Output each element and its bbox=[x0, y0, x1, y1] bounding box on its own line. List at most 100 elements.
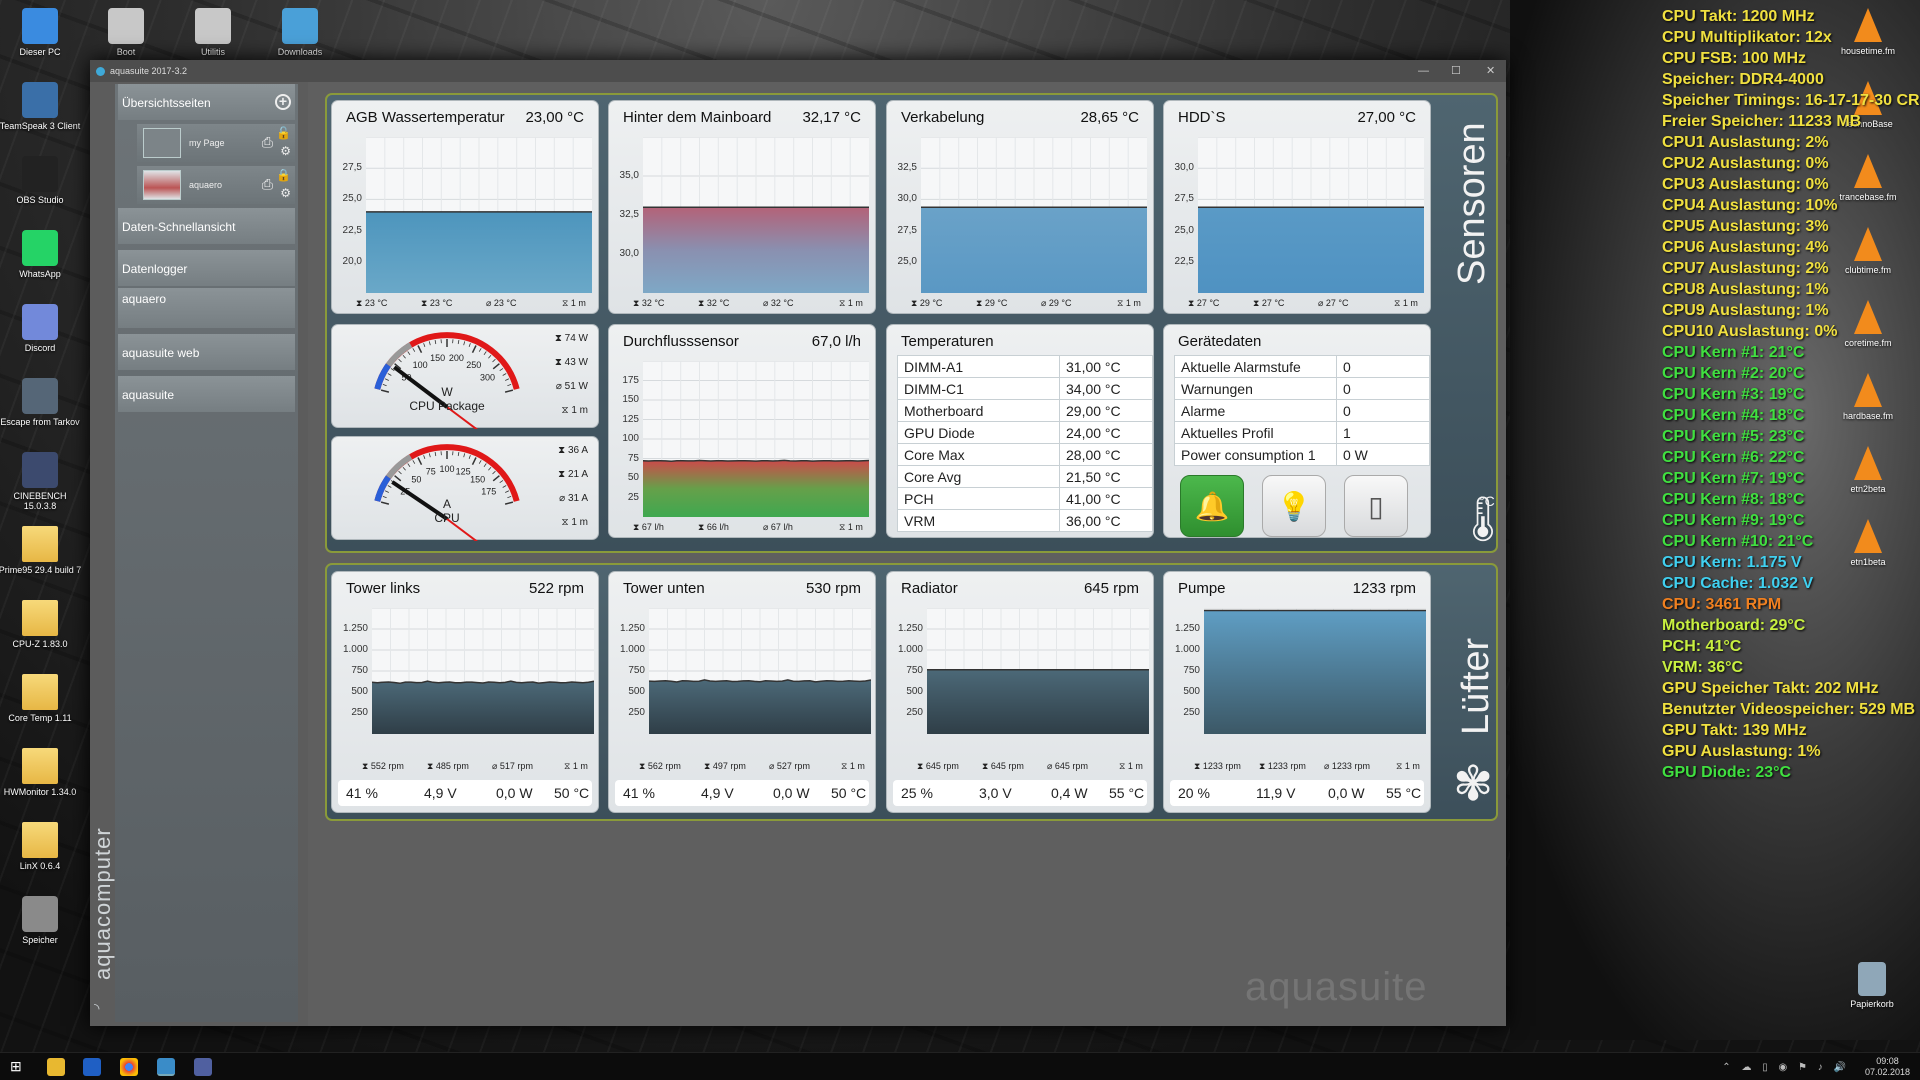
gear-icon[interactable]: ⚙ bbox=[280, 186, 291, 200]
sidebar-item-datalogger[interactable]: Datenlogger bbox=[118, 250, 295, 286]
chart-stat: ⧗ 1233 rpm bbox=[1194, 761, 1241, 771]
fan-card-0[interactable]: Tower links 522 rpm 1.250 1.000 750 500 250 ⧗ 5… bbox=[331, 571, 599, 813]
light-control-button[interactable]: 💡 bbox=[1262, 475, 1326, 537]
fan-card-3[interactable]: Pumpe 1233 rpm 1.250 1.000 750 500 250 ⧗ 1233 r… bbox=[1163, 571, 1431, 813]
chart-area bbox=[1204, 610, 1426, 734]
chart-plot bbox=[1198, 137, 1424, 293]
taskbar-clock[interactable]: 09:08 07.02.2018 bbox=[1865, 1056, 1910, 1078]
chart-area bbox=[643, 207, 869, 293]
sidebar-item-aquasuite-web[interactable]: aquasuite web bbox=[118, 334, 295, 370]
desktop-icon-0[interactable]: Dieser PC bbox=[0, 8, 82, 57]
y-tick-label: 1.250 bbox=[342, 623, 368, 634]
gauge-tick bbox=[504, 389, 514, 393]
row-value: 31,00 °C bbox=[1059, 355, 1153, 378]
gauge-tick bbox=[387, 373, 392, 376]
desktop-icon-15[interactable]: Speicher bbox=[0, 896, 82, 945]
chrome-icon[interactable] bbox=[120, 1058, 138, 1076]
window-titlebar[interactable]: aquasuite 2017-3.2 — ☐ ✕ bbox=[90, 60, 1506, 82]
sidebar-item-aquaero[interactable]: aquaero bbox=[118, 288, 295, 328]
explorer-icon[interactable] bbox=[47, 1058, 65, 1076]
device-table: Aktuelle Alarmstufe 0 Warnungen 0 Alarme 0 Akt… bbox=[1174, 355, 1430, 466]
recycle-bin[interactable]: Papierkorb bbox=[1830, 962, 1914, 1009]
gauge-card-0[interactable]: 50100150200250300WCPU Package⧗ 74 W⧗ 43 … bbox=[331, 324, 599, 429]
desktop-icon-6[interactable]: WhatsApp bbox=[0, 230, 82, 279]
gauge-card-1[interactable]: 255075100125150175ACPU⧗ 36 A⧗ 21 A⌀ 31 A… bbox=[331, 436, 599, 541]
add-page-icon[interactable]: + bbox=[275, 94, 291, 110]
device-data-card[interactable]: Gerätedaten Aktuelle Alarmstufe 0 Warnungen… bbox=[1163, 324, 1431, 538]
desktop-icon-9[interactable]: CINEBENCH 15.0.3.8 bbox=[0, 452, 82, 511]
chart-stat: ⧗ 32 °C bbox=[633, 298, 665, 308]
unlock-icon[interactable]: 🔓 bbox=[276, 126, 291, 140]
desktop-icon-10[interactable]: Prime95 29.4 build 7 bbox=[0, 526, 82, 575]
desktop-icon-3[interactable]: Downloads bbox=[258, 8, 342, 57]
drive-icon bbox=[195, 8, 231, 44]
folder-icon bbox=[22, 822, 58, 858]
fan-card-1[interactable]: Tower unten 530 rpm 1.250 1.000 750 500 250 ⧗ 5… bbox=[608, 571, 876, 813]
temperatures-card[interactable]: Temperaturen DIMM-A1 31,00 °C DIMM-C1 34,00 … bbox=[886, 324, 1154, 538]
desktop-icon-14[interactable]: LinX 0.6.4 bbox=[0, 822, 82, 871]
temp-card-1[interactable]: Hinter dem Mainboard 32,17 °C 35,0 32,5 30,0… bbox=[608, 100, 876, 314]
flow-card[interactable]: Durchflusssensor 67,0 l/h 175 150 125 100 75 50… bbox=[608, 324, 876, 538]
folder-icon bbox=[22, 674, 58, 710]
gauge-tick bbox=[463, 341, 466, 346]
page-thumbnail bbox=[143, 170, 181, 200]
osd-line: GPU Diode: 23°C bbox=[1662, 764, 1792, 781]
desktop-icon-5[interactable]: OBS Studio bbox=[0, 156, 82, 205]
sidebar: Übersichtsseiten + my Page ⎙ 🔓 ⚙ aquaero… bbox=[115, 84, 298, 1022]
aquacomputer-logo-icon: ◝ bbox=[94, 1000, 100, 1016]
sidebar-item-overview[interactable]: Übersichtsseiten + bbox=[118, 84, 295, 120]
gauge-unit: A bbox=[442, 497, 451, 511]
row-value: 36,00 °C bbox=[1059, 509, 1153, 532]
temp-card-0[interactable]: AGB Wassertemperatur 23,00 °C 27,5 25,0 22,5… bbox=[331, 100, 599, 314]
gauge-tick bbox=[507, 384, 512, 387]
aquasuite-taskbar-icon[interactable] bbox=[157, 1058, 175, 1076]
fan-watt: 0,0 W bbox=[773, 785, 810, 801]
maximize-icon[interactable]: ☐ bbox=[1451, 60, 1461, 82]
export-icon[interactable]: ⎙ bbox=[262, 176, 273, 193]
sidebar-item-quickview[interactable]: Daten-Schnellansicht bbox=[118, 208, 295, 244]
temp-card-2[interactable]: Verkabelung 28,65 °C 32,5 30,0 27,5 25,0 ⧗ 29 … bbox=[886, 100, 1154, 314]
gauge-tick bbox=[499, 480, 504, 484]
alarm-bell-button[interactable]: 🔔 bbox=[1180, 475, 1244, 537]
gauge-tick bbox=[488, 466, 492, 471]
windows-start-icon[interactable]: ⊞ bbox=[10, 1058, 28, 1076]
minimize-icon[interactable]: — bbox=[1418, 60, 1429, 82]
sensors-title: Sensoren bbox=[1451, 122, 1493, 285]
gauge-tick bbox=[505, 378, 510, 381]
row-label: GPU Diode bbox=[897, 421, 1060, 444]
row-value: 0 bbox=[1336, 377, 1430, 400]
row-label: DIMM-A1 bbox=[897, 355, 1060, 378]
fan-card-2[interactable]: Radiator 645 rpm 1.250 1.000 750 500 250 ⧗ 645 … bbox=[886, 571, 1154, 813]
monitor-app-icon[interactable] bbox=[194, 1058, 212, 1076]
row-value: 28,00 °C bbox=[1059, 443, 1153, 466]
gauge-tick bbox=[488, 354, 492, 359]
y-tick-label: 1.000 bbox=[342, 644, 368, 655]
temp-card-3[interactable]: HDD`S 27,00 °C 30,0 27,5 25,0 22,5 ⧗ 27 °C ⧗ 27… bbox=[1163, 100, 1431, 314]
close-icon[interactable]: ✕ bbox=[1486, 60, 1495, 82]
desktop-icon-11[interactable]: CPU-Z 1.83.0 bbox=[0, 600, 82, 649]
desktop-icon-8[interactable]: Escape from Tarkov bbox=[0, 378, 82, 427]
y-tick-label: 30,0 bbox=[1174, 162, 1194, 173]
sidebar-page-mypage[interactable]: my Page ⎙ 🔓 ⚙ bbox=[137, 124, 295, 162]
desktop-icon-7[interactable]: Discord bbox=[0, 304, 82, 353]
export-icon[interactable]: ⎙ bbox=[262, 134, 273, 151]
system-tray[interactable]: ⌃ ☁ ▯ ◉ ⚑ ♪ 🔊 bbox=[1722, 1062, 1850, 1073]
table-row: VRM 36,00 °C bbox=[897, 509, 1153, 532]
chart-stat: ⌀ 27 °C bbox=[1318, 298, 1349, 308]
y-tick-label: 1.000 bbox=[1174, 644, 1200, 655]
desktop-icon-12[interactable]: Core Temp 1.11 bbox=[0, 674, 82, 723]
chart-stat: ⧗ 497 rpm bbox=[704, 761, 746, 771]
sidebar-item-aquasuite[interactable]: aquasuite bbox=[118, 376, 295, 412]
desktop-icon-4[interactable]: TeamSpeak 3 Client bbox=[0, 82, 82, 131]
desktop-icon-1[interactable]: Boot bbox=[84, 8, 168, 57]
aquacomputer-brand: aquacomputer bbox=[90, 827, 115, 980]
sidebar-page-aquaero[interactable]: aquaero ⎙ 🔒 ⚙ bbox=[137, 166, 295, 204]
outlook-icon[interactable] bbox=[83, 1058, 101, 1076]
device-display-button[interactable]: ▯ bbox=[1344, 475, 1408, 537]
chart-stat: ⧗ 27 °C bbox=[1253, 298, 1285, 308]
lock-icon[interactable]: 🔒 bbox=[276, 168, 291, 182]
desktop-icon-13[interactable]: HWMonitor 1.34.0 bbox=[0, 748, 82, 797]
gear-icon[interactable]: ⚙ bbox=[280, 144, 291, 158]
drive-icon bbox=[22, 896, 58, 932]
desktop-icon-2[interactable]: Utilitis bbox=[171, 8, 255, 57]
